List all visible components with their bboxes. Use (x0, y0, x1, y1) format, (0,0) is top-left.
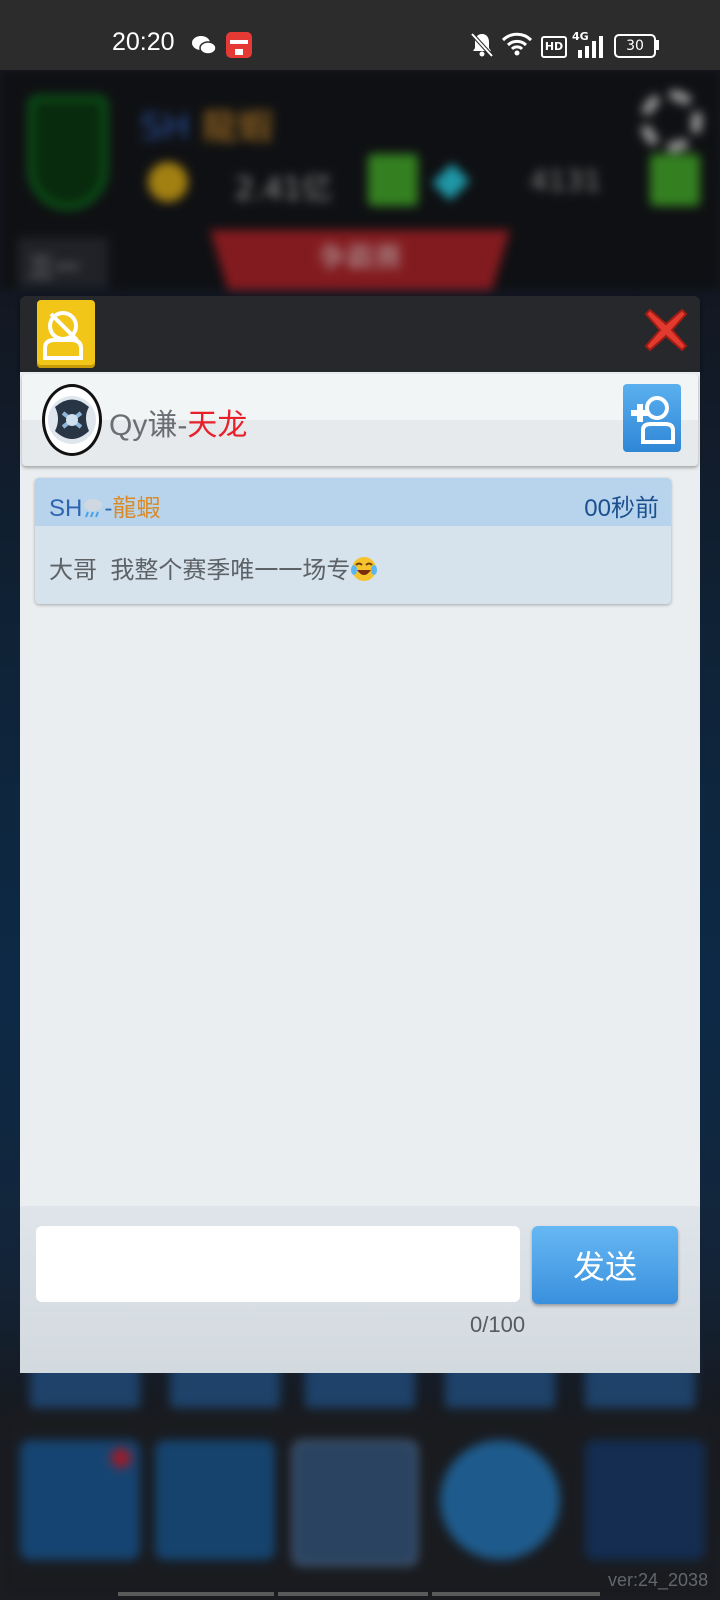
nav-gesture-bar (278, 1592, 428, 1596)
sender-prefix: SH (49, 495, 83, 522)
friend-name: Qy谦-天龙 (109, 400, 247, 444)
send-button[interactable]: 发送 (532, 1226, 678, 1304)
friend-bar: Qy谦-天龙 (22, 374, 698, 466)
friend-name-suffix: 天龙 (187, 409, 248, 442)
rain-cloud-emoji-icon (84, 499, 103, 518)
sender-suffix: 龍蝦 (112, 495, 161, 522)
dialog-header (20, 296, 700, 372)
friend-manage-icon (43, 311, 83, 360)
friend-avatar[interactable] (42, 384, 102, 456)
notification-app-icon (226, 32, 252, 62)
status-bar: 20:20 HD 4G 30 (0, 0, 720, 70)
nav-gesture-bar (118, 1592, 274, 1596)
nav-gesture-bar (432, 1592, 600, 1596)
message-text: 大哥 我整个赛季唯一一场专 (49, 550, 378, 585)
mute-bell-icon (470, 32, 494, 62)
signal-4g-icon (576, 36, 604, 62)
friend-manage-button[interactable] (37, 300, 95, 368)
avatar-image (48, 396, 96, 444)
wechat-icon (192, 34, 217, 60)
message-card: SH -龍蝦 00秒前 大哥 我整个赛季唯一一场专 (35, 478, 671, 604)
close-icon (644, 308, 688, 352)
message-sender: SH -龍蝦 (49, 488, 160, 523)
hd-icon: HD (541, 36, 567, 58)
close-button[interactable] (644, 308, 688, 352)
battery-icon: 30 (614, 34, 656, 58)
message-time: 00秒前 (584, 495, 659, 522)
message-body: 大哥 我整个赛季唯一一场专 (49, 557, 351, 584)
message-header: SH -龍蝦 00秒前 (35, 478, 671, 526)
tears-of-joy-emoji-icon (351, 557, 378, 581)
dialog-body: Qy谦-天龙 SH -龍蝦 00秒前 大哥 我整个赛季唯一一场专 发送 0/100 (20, 372, 700, 1373)
status-time: 20:20 (112, 28, 175, 56)
char-counter: 0/100 (470, 1312, 526, 1337)
friend-name-prefix: Qy谦- (109, 409, 188, 442)
wifi-icon (501, 32, 533, 60)
add-friend-icon (631, 396, 675, 444)
chat-dialog: Qy谦-天龙 SH -龍蝦 00秒前 大哥 我整个赛季唯一一场专 发送 0/100 (20, 296, 700, 1373)
message-input[interactable] (36, 1226, 520, 1302)
battery-tip (656, 40, 659, 50)
add-friend-button[interactable] (623, 384, 681, 452)
message-composer: 发送 0/100 (20, 1206, 700, 1373)
